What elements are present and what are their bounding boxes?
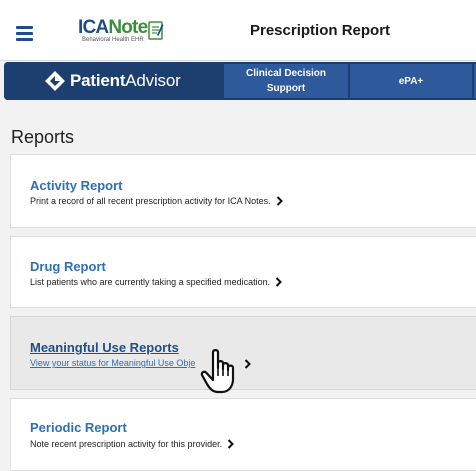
notepad-icon <box>148 21 164 40</box>
chevron-right-icon <box>276 196 283 206</box>
patient-advisor-nav: PatientAdvisor Clinical Decision Support… <box>4 62 476 100</box>
app-header: ICANotes Behavioral Health EHR Prescript… <box>0 0 476 61</box>
reports-heading: Reports <box>11 127 75 147</box>
chevron-right-icon <box>244 359 251 369</box>
report-title[interactable]: Activity Report <box>30 178 122 193</box>
report-description: View your status for Meaningful Use Obje <box>30 358 196 368</box>
patient-advisor-brand[interactable]: PatientAdvisor <box>4 62 222 100</box>
report-title[interactable]: Drug Report <box>30 259 106 274</box>
page-title: Prescription Report <box>250 22 391 39</box>
chevron-right-icon <box>227 439 235 449</box>
report-description: Print a record of all recent prescriptio… <box>30 196 283 206</box>
report-title[interactable]: Periodic Report <box>30 420 127 435</box>
chevron-right-icon <box>275 277 283 287</box>
report-item-meaningful-use[interactable]: Meaningful Use Reports View your status … <box>10 316 476 390</box>
report-item-periodic[interactable]: Periodic Report Note recent prescription… <box>10 398 476 471</box>
icanotes-logo[interactable]: ICANotes Behavioral Health EHR <box>78 18 168 46</box>
logo-wordmark: ICANotes <box>78 17 158 38</box>
report-item-activity[interactable]: Activity Report Print a record of all re… <box>10 154 476 228</box>
report-description: List patients who are currently taking a… <box>30 277 283 287</box>
logo-subtitle: Behavioral Health EHR <box>82 37 144 43</box>
brand-name: PatientAdvisor <box>70 71 181 90</box>
hamburger-menu-icon[interactable] <box>16 26 33 41</box>
report-title[interactable]: Meaningful Use Reports <box>30 340 179 355</box>
tab-epa-plus[interactable]: ePA+ <box>350 64 472 98</box>
report-description: Note recent prescription activity for th… <box>30 439 235 449</box>
tab-clinical-decision-support[interactable]: Clinical Decision Support <box>224 64 348 98</box>
report-item-drug[interactable]: Drug Report List patients who are curren… <box>10 236 476 308</box>
patient-advisor-diamond-icon <box>45 71 65 91</box>
